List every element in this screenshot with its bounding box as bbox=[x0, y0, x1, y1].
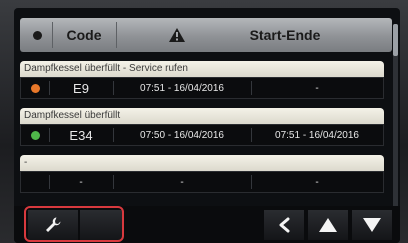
row-divider bbox=[49, 175, 50, 189]
alarm-details-row: - - - bbox=[20, 171, 384, 193]
alarm-status bbox=[23, 172, 47, 192]
highlight-box bbox=[24, 206, 124, 242]
row-divider bbox=[113, 175, 114, 189]
alarm-details-row: E9 07:51 - 16/04/2016 - bbox=[20, 77, 384, 99]
start-end-column-header: Start-Ende bbox=[249, 27, 321, 43]
warning-column-header bbox=[160, 18, 194, 52]
alarm-end: 07:51 - 16/04/2016 bbox=[275, 129, 359, 141]
row-divider bbox=[113, 128, 114, 142]
alarm-start: 07:50 - 16/04/2016 bbox=[140, 129, 224, 141]
alarm-details-row: E34 07:50 - 16/04/2016 07:51 - 16/04/201… bbox=[20, 124, 384, 146]
alarm-code: - bbox=[79, 176, 83, 188]
code-column-header: Code bbox=[66, 27, 102, 43]
status-dot-icon bbox=[30, 83, 40, 93]
up-button[interactable] bbox=[308, 210, 348, 240]
alarm-title: Dampfkessel überfüllt bbox=[20, 108, 384, 124]
alarm-end: - bbox=[315, 176, 319, 188]
alarm-start: 07:51 - 16/04/2016 bbox=[140, 82, 224, 94]
alarm-code: E9 bbox=[73, 80, 89, 96]
warning-triangle-icon bbox=[169, 28, 185, 42]
alarm-table-header: Code Start-Ende bbox=[20, 18, 392, 52]
footer-toolbar bbox=[14, 206, 400, 243]
back-arrow-icon bbox=[279, 217, 290, 233]
row-divider bbox=[49, 81, 50, 95]
alarm-screen: Code Start-Ende Dampfkessel überfüllt - … bbox=[14, 8, 400, 243]
alarm-title: Dampfkessel überfüllt - Service rufen bbox=[20, 61, 384, 77]
alarm-status bbox=[23, 125, 47, 145]
row-divider bbox=[251, 81, 252, 95]
status-dot-icon bbox=[30, 130, 40, 140]
alarm-status bbox=[23, 78, 47, 98]
back-button[interactable] bbox=[264, 210, 304, 240]
alarm-title: - bbox=[20, 155, 384, 171]
alarm-entry[interactable]: Dampfkessel überfüllt E34 07:50 - 16/04/… bbox=[20, 108, 384, 148]
down-button[interactable] bbox=[352, 210, 392, 240]
up-arrow-icon bbox=[319, 218, 337, 232]
down-arrow-icon bbox=[363, 218, 381, 232]
status-column-header bbox=[24, 18, 50, 52]
status-dot-icon bbox=[32, 30, 42, 40]
alarm-code: E34 bbox=[69, 127, 93, 143]
scrollbar-thumb[interactable] bbox=[393, 24, 398, 56]
header-divider bbox=[52, 22, 53, 48]
alarm-start: - bbox=[180, 176, 184, 188]
row-divider bbox=[251, 128, 252, 142]
alarm-end: - bbox=[315, 82, 319, 94]
row-divider bbox=[113, 81, 114, 95]
row-divider bbox=[251, 175, 252, 189]
row-divider bbox=[49, 128, 50, 142]
alarm-entry[interactable]: - - - - bbox=[20, 155, 384, 195]
alarm-entry[interactable]: Dampfkessel überfüllt - Service rufen E9… bbox=[20, 61, 384, 101]
header-divider bbox=[116, 22, 117, 48]
